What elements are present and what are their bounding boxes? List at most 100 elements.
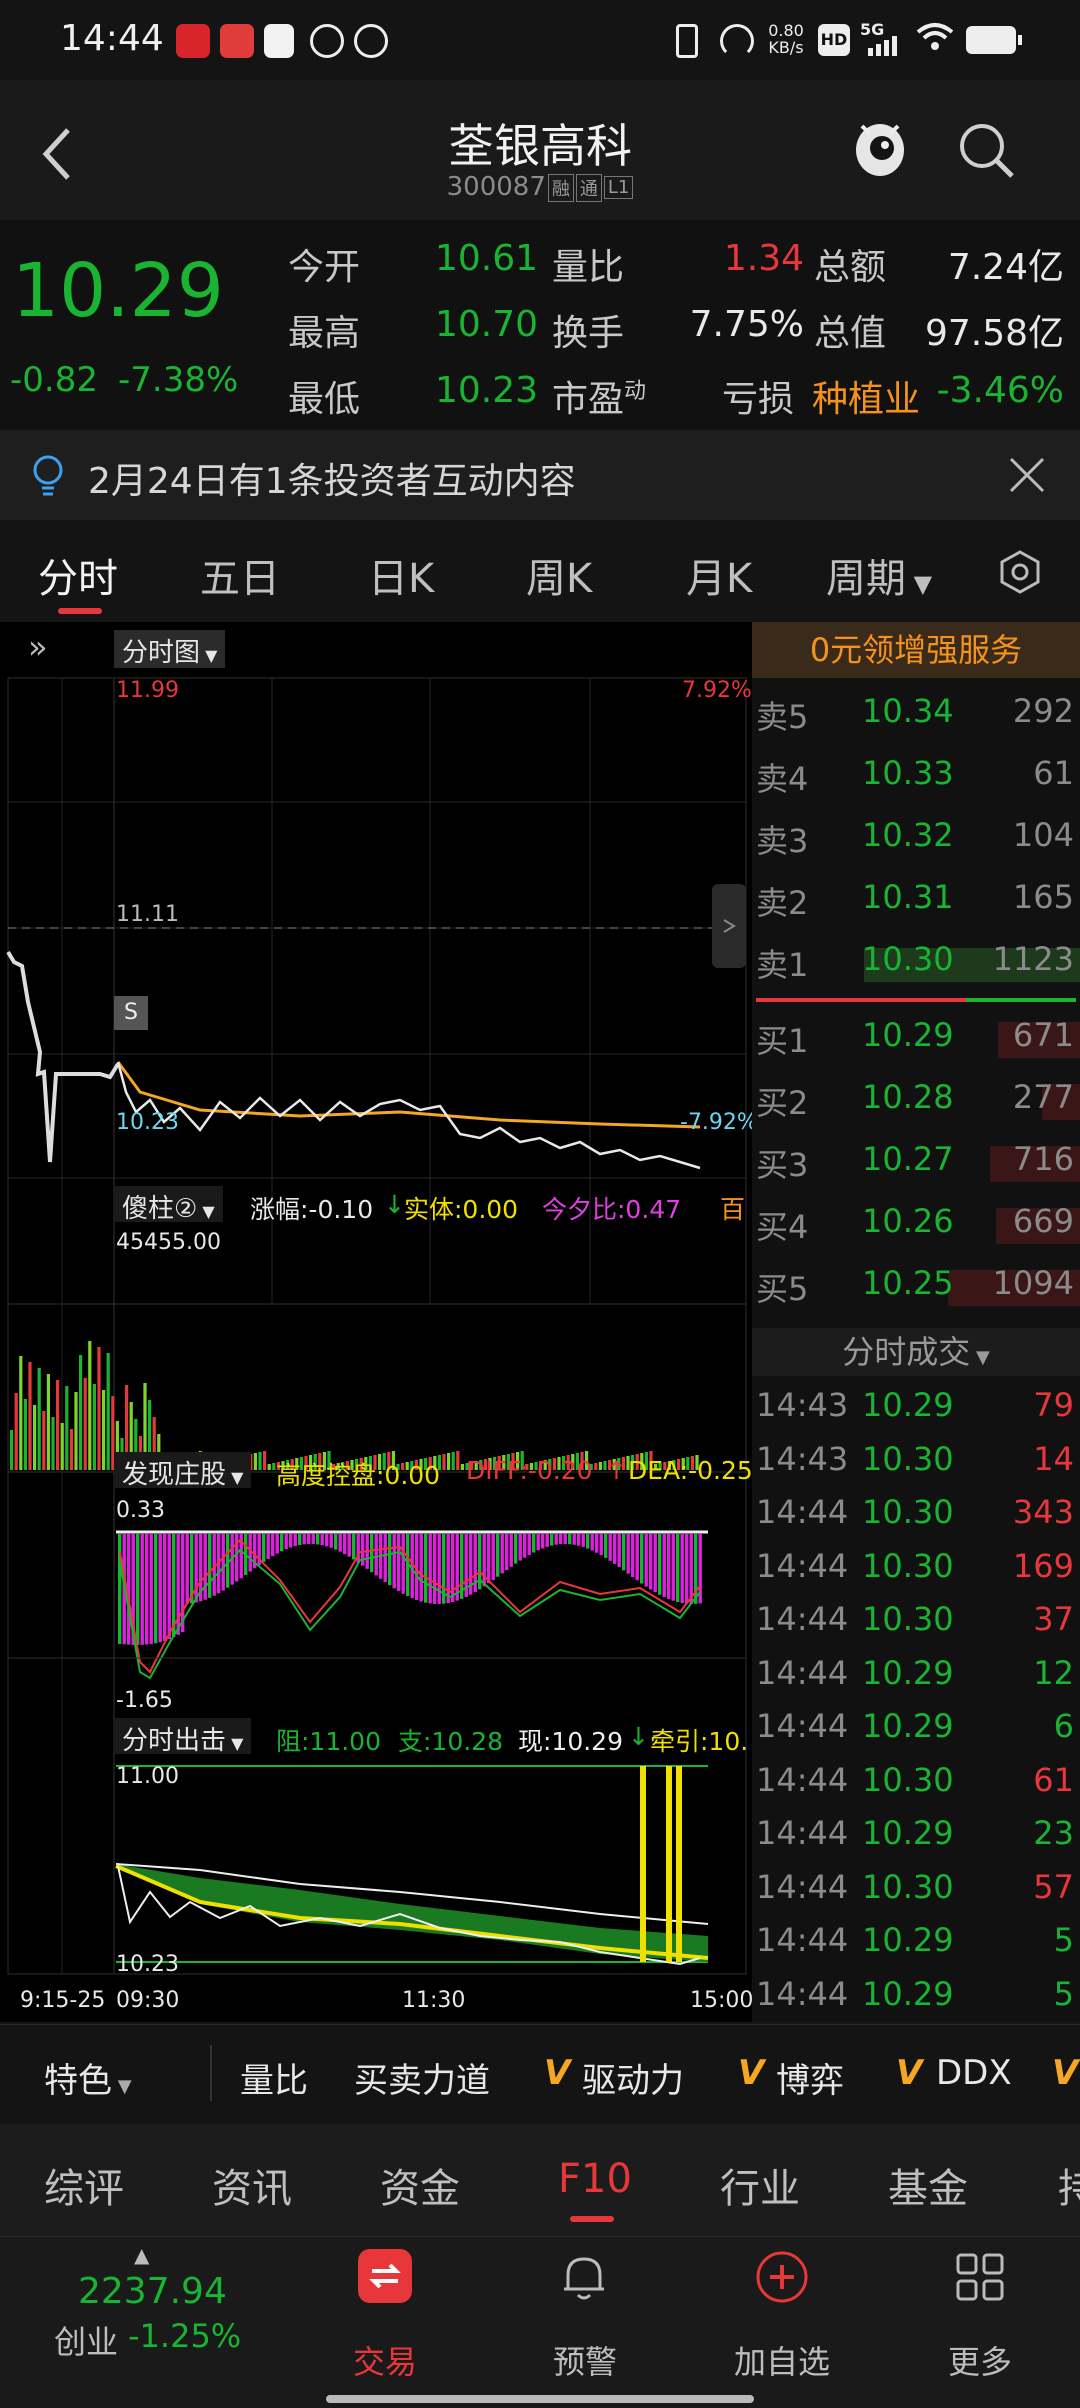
bottom-nav: ▲ 2237.94 创业 -1.25% 交易 预警 加自选 更多 [0, 2236, 1080, 2408]
x-label-close: 15:00 [690, 1988, 754, 2013]
trade-row: 14:44 10.29 23 [756, 1814, 1074, 1852]
tab-weekly-k[interactable]: 周K [526, 546, 592, 604]
bid-row[interactable]: 买3 10.27 716 [752, 1130, 1080, 1192]
bell-icon [564, 2257, 604, 2300]
ask-row[interactable]: 卖2 10.31 165 [752, 868, 1080, 930]
bid-ratio-bar [756, 998, 966, 1002]
feature-buy-sell-power[interactable]: 买卖力道 [354, 2053, 490, 2102]
promo-banner[interactable]: 0元领增强服务 [752, 622, 1080, 678]
ind3-max-label: 11.00 [116, 1764, 179, 1789]
trade-row: 14:44 10.29 12 [756, 1653, 1074, 1692]
speedometer-icon [720, 24, 754, 58]
active-tab-indicator [570, 2216, 614, 2222]
bid-row[interactable]: 买4 10.26 669 [752, 1192, 1080, 1254]
ask-row[interactable]: 卖3 10.32 104 [752, 806, 1080, 868]
nav-alert[interactable]: 预警 [515, 2337, 655, 2383]
tab-funds[interactable]: 资金 [380, 2156, 460, 2214]
indicator3-dropdown[interactable]: 分时出击 ▼ [114, 1718, 252, 1756]
volume-ratio-label: 量比 [552, 247, 625, 288]
tab-industry[interactable]: 行业 [720, 2156, 800, 2214]
signal-icon: 5G [860, 20, 906, 58]
feature-game[interactable]: 博弈 [776, 2053, 844, 2102]
tab-five-day[interactable]: 五日 [200, 546, 280, 604]
ind2-control: 高度控盘:0.00 [276, 1461, 441, 1490]
price-change: -0.82 [10, 360, 98, 400]
function-tabs: 综评 资讯 资金 F10 行业 基金 持 [0, 2124, 1080, 2236]
search-button[interactable] [956, 120, 1016, 180]
ind3-min-label: 10.23 [116, 1952, 179, 1977]
news-notification-icon [220, 24, 254, 58]
trade-icon [358, 2249, 412, 2303]
tab-monthly-k[interactable]: 月K [686, 546, 752, 604]
market-cap-label: 总值 [814, 313, 887, 354]
tab-fund[interactable]: 基金 [888, 2156, 968, 2214]
trade-row: 14:44 10.30 57 [756, 1867, 1074, 1906]
status-bar: 14:44 0.80 KB/s HD 5G [0, 0, 1080, 80]
stock-name: 荃银高科 [448, 119, 632, 173]
feature-bar: 特色 ▼ 量比 买卖力道 V 驱动力 V 博弈 V DDX V [0, 2024, 1080, 2124]
ind3-traction: 牵引:10. [650, 1727, 749, 1756]
bid-row[interactable]: 买1 10.29 671 [752, 1006, 1080, 1068]
trade-row: 14:44 10.29 5 [756, 1921, 1074, 1959]
trade-row: 14:44 10.30 169 [756, 1546, 1074, 1585]
tab-intraday[interactable]: 分时 [38, 546, 118, 604]
tab-news[interactable]: 资讯 [212, 2156, 292, 2214]
indicator2-dropdown[interactable]: 发现庄股 ▼ [114, 1452, 252, 1490]
ind1-body: 实体:0.00 [404, 1195, 519, 1224]
feature-volume-ratio[interactable]: 量比 [240, 2053, 308, 2102]
notice-bar[interactable]: 2月24日有1条投资者互动内容 [0, 430, 1080, 520]
wifi-icon [916, 22, 954, 52]
ind2-max-label: 0.33 [116, 1498, 165, 1523]
nav-more[interactable]: 更多 [910, 2337, 1050, 2383]
trade-row: 14:44 10.29 6 [756, 1707, 1074, 1745]
ask-row[interactable]: 卖5 10.34 292 [752, 682, 1080, 744]
low-label: 最低 [288, 379, 361, 420]
x-label-open: 09:30 [116, 1988, 180, 2013]
last-price: 10.29 [12, 248, 224, 334]
caret-down-icon: ▼ [226, 1468, 244, 1487]
close-icon[interactable] [1008, 456, 1046, 494]
amount-label: 总额 [814, 247, 887, 288]
ind1-change: 涨幅:-0.10 [250, 1195, 374, 1224]
trades-header[interactable]: 分时成交 ▼ [752, 1328, 1080, 1376]
tab-overview[interactable]: 综评 [44, 2156, 124, 2214]
pct-low-label: -7.92% [680, 1110, 758, 1135]
indicator1-dropdown[interactable]: 傻柱② ▼ [114, 1186, 223, 1224]
volume-max-label: 45455.00 [116, 1230, 221, 1255]
hd-icon: HD [818, 24, 850, 56]
loss-label: 亏损 [722, 379, 795, 420]
index-value[interactable]: 2237.94 [78, 2271, 288, 2312]
feature-drive[interactable]: 驱动力 [582, 2053, 684, 2102]
special-dropdown[interactable]: 特色 ▼ [44, 2053, 132, 2102]
vip-badge-icon: V [896, 2053, 923, 2093]
clock: 14:44 [60, 18, 164, 59]
tab-f10[interactable]: F10 [558, 2156, 632, 2202]
ask-row[interactable]: 卖4 10.33 61 [752, 744, 1080, 806]
mascot-button[interactable] [852, 116, 908, 182]
down-arrow-icon: ↓ [628, 1722, 649, 1751]
tab-holdings[interactable]: 持 [1058, 2156, 1080, 2214]
ask-row[interactable]: 卖1 10.30 1123 [752, 930, 1080, 992]
ind1-extra: 百 [720, 1195, 746, 1224]
settings-icon[interactable] [996, 548, 1044, 596]
x-label-premarket: 9:15-25 [20, 1988, 106, 2013]
trade-row: 14:44 10.29 5 [756, 1974, 1074, 2013]
tab-daily-k[interactable]: 日K [368, 546, 434, 604]
ind3-support: 支:10.28 [398, 1727, 503, 1756]
s-marker[interactable]: S [114, 996, 148, 1030]
open-value: 10.61 [434, 238, 538, 279]
nav-add-watchlist[interactable]: 加自选 [712, 2337, 852, 2383]
bid-row[interactable]: 买5 10.25 1094 [752, 1254, 1080, 1316]
feature-ddx[interactable]: DDX [936, 2053, 1012, 2093]
sector-name[interactable]: 种植业 [812, 370, 920, 422]
home-indicator [326, 2395, 754, 2403]
market-cap-value: 97.58亿 [924, 313, 1064, 354]
app-notification-icon [176, 24, 210, 58]
amount-value: 7.24亿 [947, 247, 1064, 288]
nav-trade[interactable]: 交易 [315, 2337, 455, 2383]
tab-period[interactable]: 周期 ▼ [826, 546, 932, 604]
index-name: 创业 [54, 2323, 119, 2361]
intraday-chart[interactable]: » 分时图 ▼ 11.99 7.92% 11.11 10.23 -7.92% S… [0, 622, 758, 2022]
bid-row[interactable]: 买2 10.28 277 [752, 1068, 1080, 1130]
add-circle-icon [756, 2251, 808, 2303]
